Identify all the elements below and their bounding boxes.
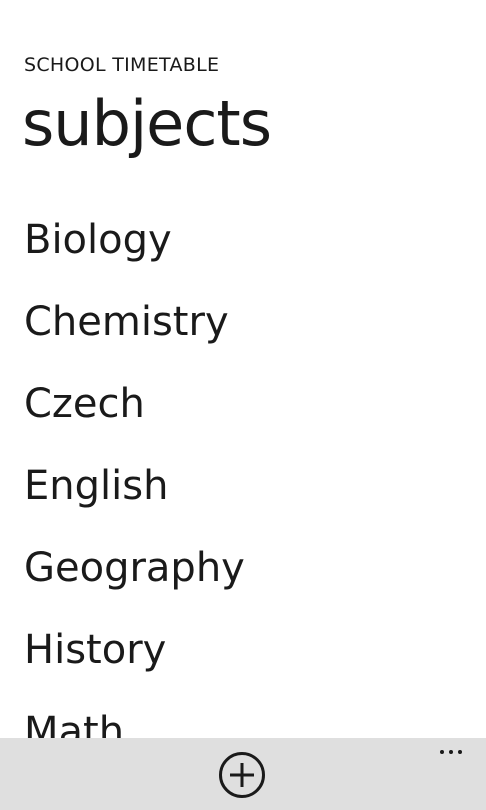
more-options-button[interactable] <box>422 740 462 764</box>
ellipsis-icon <box>449 750 453 754</box>
add-circle-icon <box>219 752 265 798</box>
app-title: SCHOOL TIMETABLE <box>24 54 220 76</box>
subject-item-math[interactable]: Math <box>0 691 486 739</box>
subject-item-history[interactable]: History <box>0 609 486 691</box>
subject-item-biology[interactable]: Biology <box>0 199 486 281</box>
subject-item-czech[interactable]: Czech <box>0 363 486 445</box>
ellipsis-icon <box>440 750 444 754</box>
subject-list: Biology Chemistry Czech English Geograph… <box>0 199 486 739</box>
subject-item-chemistry[interactable]: Chemistry <box>0 281 486 363</box>
page-title: subjects <box>22 87 272 160</box>
app-window: SCHOOL TIMETABLE subjects Biology Chemis… <box>0 0 486 810</box>
subject-item-english[interactable]: English <box>0 445 486 527</box>
app-bar <box>0 738 486 810</box>
add-subject-button[interactable] <box>218 751 266 799</box>
subject-item-geography[interactable]: Geography <box>0 527 486 609</box>
ellipsis-icon <box>458 750 462 754</box>
